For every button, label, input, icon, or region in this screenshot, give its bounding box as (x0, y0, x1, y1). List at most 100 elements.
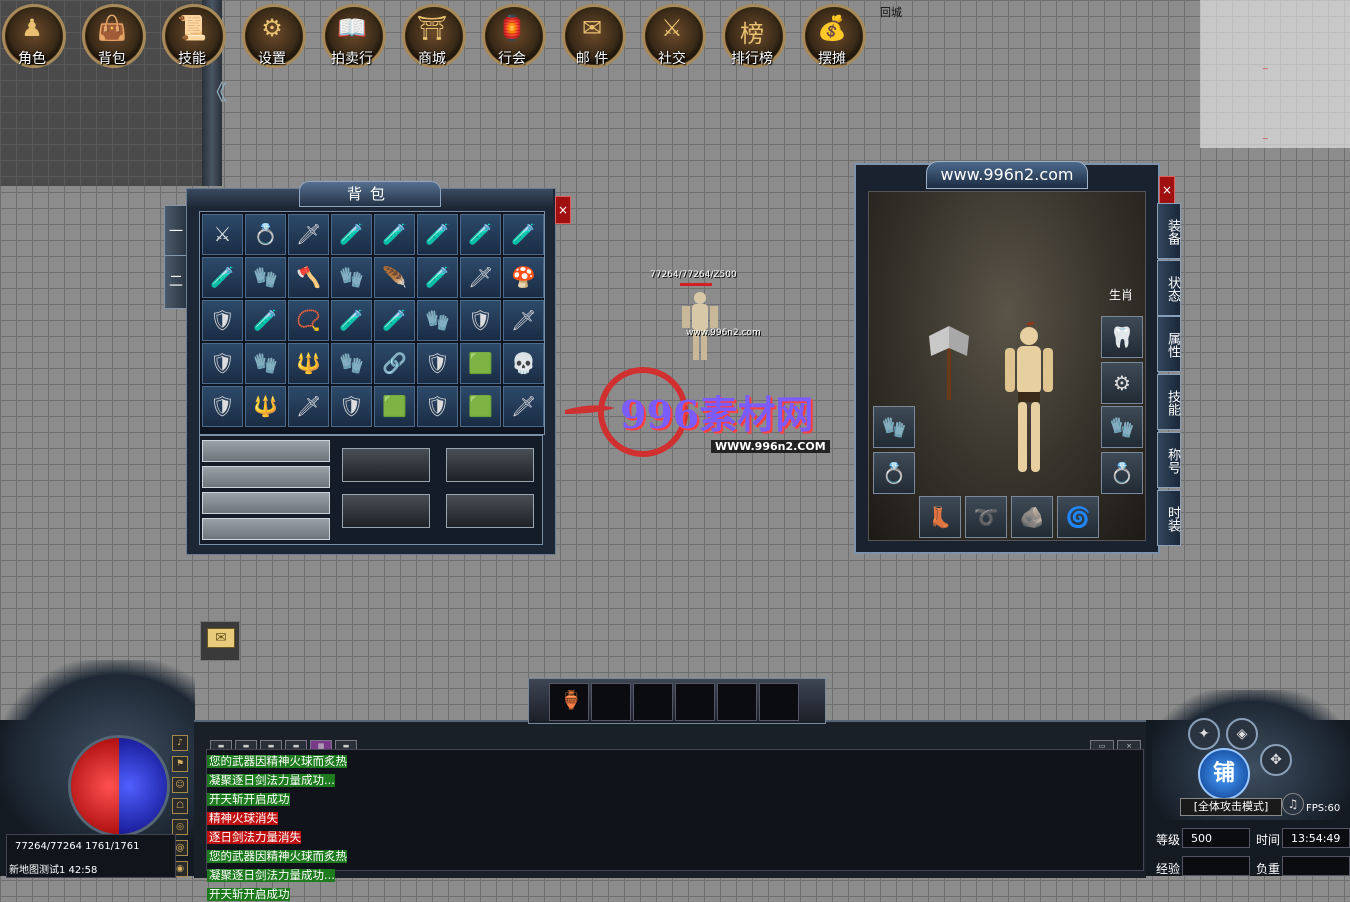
bag-slot[interactable]: 🧪 (460, 214, 501, 255)
character-close-button[interactable]: × (1159, 176, 1175, 204)
bag-slot[interactable]: 🧪 (202, 257, 243, 298)
bag-close-button[interactable]: × (555, 196, 571, 224)
bag-slot[interactable]: 🧪 (374, 214, 415, 255)
menu-button[interactable]: ✉ 邮 件 (560, 4, 626, 68)
sound-icon[interactable]: ♪ (172, 735, 188, 751)
mail-button[interactable]: ✉ (200, 621, 240, 661)
bag-slot[interactable]: 🧪 (417, 257, 458, 298)
equip-slot-boots[interactable]: 👢 (919, 496, 961, 538)
shop-button[interactable]: 铺 (1198, 748, 1250, 800)
menu-button[interactable]: 榜排行榜 (720, 4, 786, 68)
bag-slot[interactable]: 🛡 (417, 386, 458, 427)
equip-slot-belt[interactable]: ➰ (965, 496, 1007, 538)
bag-slot[interactable]: ⚔ (202, 214, 243, 255)
music-icon[interactable]: ♫ (1282, 793, 1304, 815)
hotbar-slot[interactable] (717, 683, 757, 721)
hotbar-slot[interactable] (633, 683, 673, 721)
settings-small-icon[interactable]: ◎ (172, 819, 188, 835)
bag-slot[interactable]: 🧪 (503, 214, 544, 255)
group-icon[interactable]: ⚑ (172, 756, 188, 772)
bag-action-button[interactable] (342, 448, 430, 482)
bag-slot[interactable]: 🧪 (331, 300, 372, 341)
equip-slot-ring-left[interactable]: 💍 (873, 452, 915, 494)
bag-slot[interactable]: 📿 (288, 300, 329, 341)
hotbar-slot[interactable] (591, 683, 631, 721)
bag-slot[interactable]: 🛡 (331, 386, 372, 427)
attack-mode-button[interactable]: [全体攻击模式] (1180, 798, 1282, 816)
menu-button[interactable]: 💰 摆摊 (800, 4, 866, 68)
equip-slot-necklace[interactable]: 🦷 (1101, 316, 1143, 358)
bag-tab-2[interactable]: 二 (164, 255, 188, 309)
bag-slot[interactable]: 🛡 (417, 343, 458, 384)
bag-slot[interactable]: 🧤 (417, 300, 458, 341)
tab-equipment[interactable]: 装备 (1157, 203, 1181, 259)
bag-slot[interactable]: 🟩 (460, 386, 501, 427)
bag-slot[interactable]: 🗡 (460, 257, 501, 298)
bag-slot[interactable]: 🧪 (417, 214, 458, 255)
bag-tab-1[interactable]: 一 (164, 205, 188, 259)
hotbar-slot-potion[interactable]: 🏺 11 (549, 683, 605, 721)
bag-slot[interactable]: 🗡 (288, 386, 329, 427)
bag-grid: ⚔ 💍 🗡 🧪 🧪 🧪 🧪 🧪 🧪 🧤 🪓 🧤 🪶 🧪 🗡 🍄 🛡 🧪 📿 🧪 🧪 🧤 🛡 🗡 🛡 🧤 🔱 🧤 🔗 🛡 🟩 💀 🛡 🔱 🗡 🛡 🟩 🛡 🟩 🗡 (199, 211, 545, 435)
bag-slot[interactable]: 🗡 (503, 386, 544, 427)
menu-button[interactable]: 👜 背包 (80, 4, 146, 68)
menu-button[interactable]: 📖 拍卖行 (320, 4, 386, 68)
attack-icon[interactable]: ✦ (1188, 718, 1220, 750)
bag-slot[interactable]: 🟩 (460, 343, 501, 384)
bag-slot[interactable]: 🧪 (331, 214, 372, 255)
zodiac-label: 生肖 (1109, 288, 1134, 302)
bag-slot[interactable]: 💀 (503, 343, 544, 384)
ride-icon[interactable]: ◈ (1226, 718, 1258, 750)
bag-slot[interactable]: 🪓 (288, 257, 329, 298)
tab-titles[interactable]: 称号 (1157, 432, 1181, 488)
menu-button[interactable]: 📜 技能 (160, 4, 226, 68)
bag-slot[interactable]: 🪶 (374, 257, 415, 298)
bag-slot[interactable]: 🛡 (202, 300, 243, 341)
menu-button[interactable]: ♟ 角色 (0, 4, 66, 68)
bag-slot[interactable]: 🔗 (374, 343, 415, 384)
guild-small-icon[interactable]: ☖ (172, 798, 188, 814)
bag-slot[interactable]: 🧪 (374, 300, 415, 341)
return-city-link[interactable]: 回城 (880, 4, 902, 20)
bag-slot[interactable]: 🛡 (202, 343, 243, 384)
equip-slot-ring-right[interactable]: 💍 (1101, 452, 1143, 494)
bag-slot[interactable]: 🍄 (503, 257, 544, 298)
bag-slot[interactable]: 🧤 (245, 257, 286, 298)
tab-attributes[interactable]: 属性 (1157, 316, 1181, 372)
hotbar-slot[interactable] (675, 683, 715, 721)
tab-fashion[interactable]: 时装 (1157, 490, 1181, 546)
menu-button[interactable]: 🏮 行会 (480, 4, 546, 68)
bag-slot[interactable]: 🟩 (374, 386, 415, 427)
bag-slot[interactable]: 🛡 (202, 386, 243, 427)
bag-slot[interactable]: 🗡 (503, 300, 544, 341)
bag-action-button[interactable] (446, 494, 534, 528)
equip-slot-stone[interactable]: 🪨 (1011, 496, 1053, 538)
bag-slot[interactable]: 🧤 (331, 343, 372, 384)
auto-icon[interactable]: ✥ (1260, 744, 1292, 776)
hotbar-slot[interactable] (759, 683, 799, 721)
bag-slot[interactable]: 🗡 (288, 214, 329, 255)
equip-slot-bracelet-right[interactable]: 🧤 (1101, 406, 1143, 448)
auction-icon: 📖 (337, 14, 367, 42)
bag-slot[interactable]: 🛡 (460, 300, 501, 341)
bag-title: 背包 (299, 181, 441, 207)
equip-slot-empty[interactable]: ⚙ (1101, 362, 1143, 404)
bag-slot[interactable]: 🧤 (245, 343, 286, 384)
menu-button[interactable]: ⚙ 设置 (240, 4, 306, 68)
equip-slot-bracelet-left[interactable]: 🧤 (873, 406, 915, 448)
player-character[interactable] (676, 290, 724, 362)
equip-slot-charm[interactable]: 🌀 (1057, 496, 1099, 538)
bag-action-button[interactable] (446, 448, 534, 482)
bag-action-button[interactable] (342, 494, 430, 528)
chat-message: 您的武器因精神火球而炙热 (207, 849, 347, 863)
bag-slot[interactable]: 🧤 (331, 257, 372, 298)
tab-status[interactable]: 状态 (1157, 260, 1181, 316)
menu-button[interactable]: ⛩ 商城 (400, 4, 466, 68)
friend-icon[interactable]: ☺ (172, 777, 188, 793)
bag-slot[interactable]: 🧪 (245, 300, 286, 341)
bag-slot[interactable]: 🔱 (288, 343, 329, 384)
tab-skills[interactable]: 技能 (1157, 374, 1181, 430)
menu-button[interactable]: ⚔ 社交 (640, 4, 706, 68)
bag-slot[interactable]: 💍 (245, 214, 286, 255)
bag-slot[interactable]: 🔱 (245, 386, 286, 427)
